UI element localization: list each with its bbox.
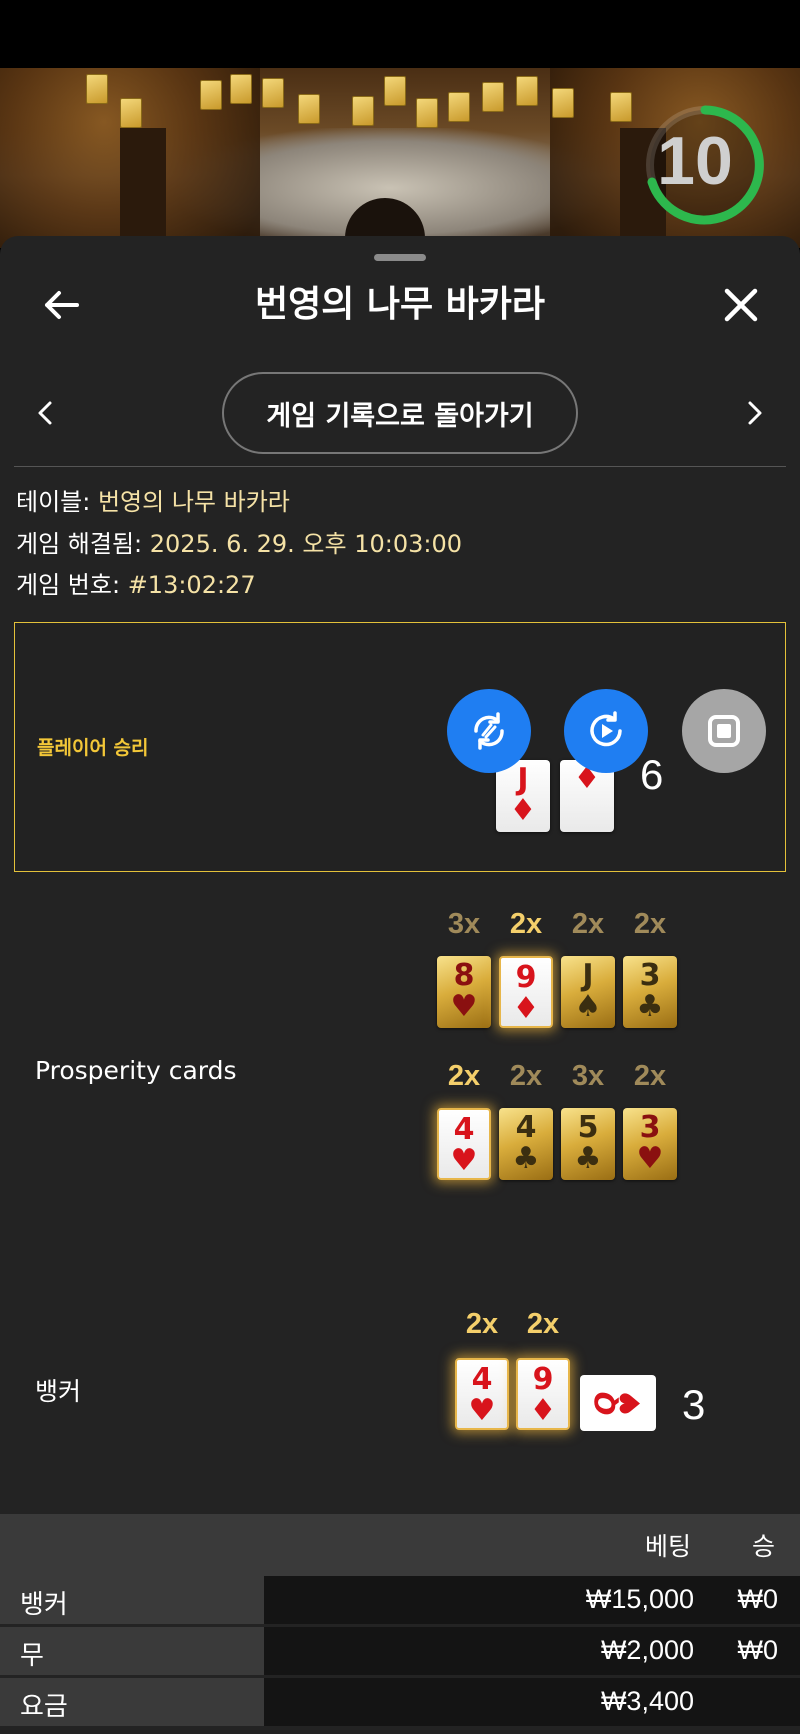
resolved-info: 게임 해결됨: 2025. 6. 29. 오후 10:03:00	[16, 528, 462, 560]
prosperity-card: 3 ♥	[623, 1108, 677, 1180]
bet-type-label: 요금	[20, 1692, 68, 1722]
stop-icon	[708, 715, 740, 747]
countdown-number: 10	[657, 123, 733, 199]
table-row: 요금 ₩3,400	[0, 1678, 800, 1726]
banker-card: 9 ♦	[516, 1358, 570, 1430]
player-card: J ♦	[496, 760, 550, 832]
gold-card-ornament	[416, 98, 438, 128]
sheet-drag-handle[interactable]	[374, 254, 426, 261]
prosperity-card-matched: 4 ♥	[437, 1108, 491, 1180]
player-score: 6	[640, 751, 664, 798]
gold-card-ornament	[262, 78, 284, 108]
stop-button[interactable]	[682, 689, 766, 773]
gold-card-ornament	[298, 94, 320, 124]
win-amount: ₩0	[737, 1635, 779, 1665]
multiplier-label: 2x	[526, 1308, 560, 1340]
prosperity-card-matched: 9 ♦	[499, 956, 553, 1028]
gold-card-ornament	[448, 92, 470, 122]
game-number-value: #13:02:27	[127, 571, 256, 599]
multiplier-label: 2x	[633, 1060, 667, 1092]
gold-card-ornament	[86, 74, 108, 104]
table-row: 뱅커 ₩15,000 ₩0	[0, 1576, 800, 1624]
banker-label: 뱅커	[35, 1377, 82, 1406]
rotate-view-button[interactable]	[447, 689, 531, 773]
gold-card-ornament	[384, 76, 406, 106]
resolved-label: 게임 해결됨:	[16, 530, 143, 558]
multiplier-label: 2x	[509, 1060, 543, 1092]
back-to-history-button[interactable]: 게임 기록으로 돌아가기	[222, 372, 578, 454]
banker-score: 3	[682, 1381, 706, 1428]
banker-card: 4 ♥	[455, 1358, 509, 1430]
multiplier-label: 2x	[571, 908, 605, 940]
close-icon[interactable]	[718, 282, 764, 328]
gold-card-ornament	[516, 76, 538, 106]
win-amount: ₩0	[737, 1584, 779, 1614]
prosperity-card: 5 ♣	[561, 1108, 615, 1180]
next-game-chevron-icon[interactable]	[738, 396, 772, 430]
table-info: 테이블: 번영의 나무 바카라	[16, 486, 290, 518]
game-history-sheet: 번영의 나무 바카라 게임 기록으로 돌아가기 테이블: 번영의 나무 바카라 …	[0, 236, 800, 1734]
banker-third-card-sideways: Q ♥	[580, 1375, 656, 1431]
game-number-label: 게임 번호:	[16, 571, 121, 599]
bet-amount: ₩3,400	[600, 1686, 694, 1716]
multiplier-label: 3x	[571, 1060, 605, 1092]
bet-amount: ₩15,000	[585, 1584, 694, 1614]
gold-card-ornament	[610, 92, 632, 122]
bet-type-label: 뱅커	[20, 1590, 68, 1620]
page-title: 번영의 나무 바카라	[254, 284, 546, 325]
prosperity-card: 3 ♣	[623, 956, 677, 1028]
gold-card-ornament	[120, 98, 142, 128]
game-number-info: 게임 번호: #13:02:27	[16, 569, 256, 601]
prosperity-card: J ♠	[561, 956, 615, 1028]
prosperity-card: 8 ♥	[437, 956, 491, 1028]
table-header: 베팅 승	[0, 1514, 800, 1576]
back-arrow-icon[interactable]	[38, 282, 84, 328]
replay-icon	[590, 711, 622, 747]
status-bar	[0, 0, 800, 68]
tree-trunk	[120, 128, 166, 248]
resolved-value: 2025. 6. 29. 오후 10:03:00	[149, 530, 463, 558]
gold-card-ornament	[552, 88, 574, 118]
multiplier-label: 3x	[447, 908, 481, 940]
multiplier-label: 2x	[465, 1308, 499, 1340]
gold-card-ornament	[482, 82, 504, 112]
multiplier-label: 2x	[633, 908, 667, 940]
multiplier-label: 2x	[509, 908, 543, 940]
bet-amount: ₩2,000	[600, 1635, 694, 1665]
header-bet: 베팅	[645, 1532, 692, 1561]
bet-type-label: 무	[20, 1641, 44, 1671]
rotate-icon	[474, 712, 504, 750]
divider	[14, 466, 786, 467]
table-value: 번영의 나무 바카라	[97, 488, 290, 516]
replay-button[interactable]	[564, 689, 648, 773]
player-result-panel: 플레이어 승리	[14, 622, 786, 872]
previous-game-chevron-icon[interactable]	[28, 396, 62, 430]
gold-card-ornament	[200, 80, 222, 110]
multiplier-label: 2x	[447, 1060, 481, 1092]
header-win: 승	[752, 1532, 776, 1561]
prosperity-card: 4 ♣	[499, 1108, 553, 1180]
player-win-label: 플레이어 승리	[37, 737, 149, 759]
table-label: 테이블:	[16, 488, 91, 516]
prosperity-cards-label: Prosperity cards	[35, 1056, 237, 1085]
gold-card-ornament	[230, 74, 252, 104]
gold-card-ornament	[352, 96, 374, 126]
table-row: 무 ₩2,000 ₩0	[0, 1627, 800, 1675]
